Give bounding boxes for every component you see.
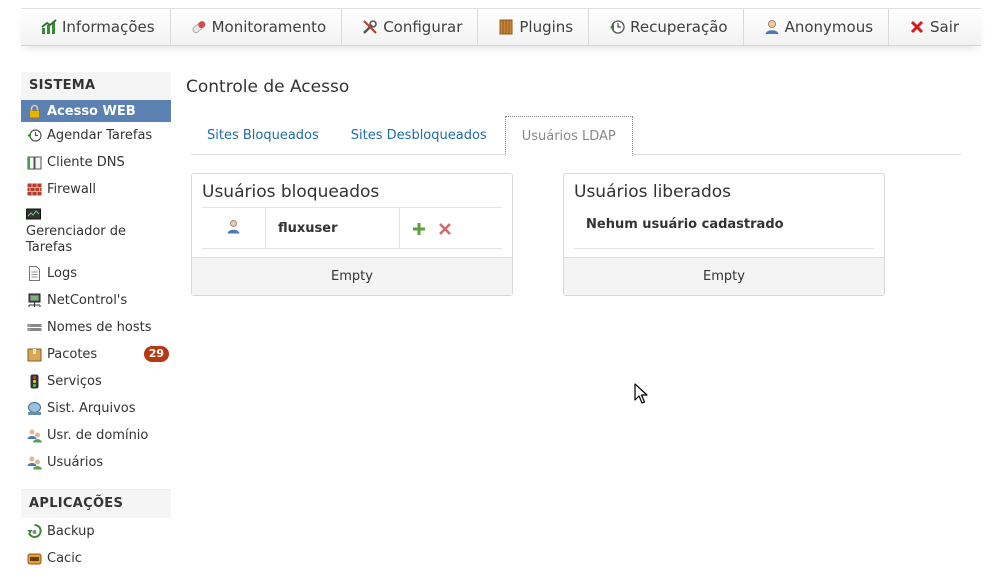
nav-label: Monitoramento — [211, 18, 327, 36]
book-open-icon — [27, 155, 42, 170]
tab-sites-bloqueados[interactable]: Sites Bloqueados — [191, 116, 335, 155]
traffic-light-icon — [27, 374, 42, 389]
chart-up-icon — [41, 19, 57, 35]
sidebar: SISTEMA Acesso WEB Agendar Tarefas Clien… — [21, 72, 171, 572]
remove-user-button[interactable] — [438, 222, 452, 236]
nav-label: Configurar — [383, 18, 463, 36]
sidebar-item-label: Logs — [47, 266, 77, 281]
nav-label: Anonymous — [784, 18, 874, 36]
package-icon — [27, 347, 42, 362]
clock-back-icon — [27, 128, 42, 143]
empty-state-text: Nehum usuário cadastrado — [586, 217, 784, 232]
rack-icon — [27, 320, 42, 335]
sidebar-item-agendar-tarefas[interactable]: Agendar Tarefas — [21, 122, 171, 149]
sidebar-item-label: Acesso WEB — [47, 103, 136, 119]
allowed-users-list: Nehum usuário cadastrado — [574, 207, 874, 249]
user-icon — [226, 219, 241, 238]
sidebar-item-label: Firewall — [47, 182, 97, 197]
restore-icon — [609, 19, 625, 35]
add-user-button[interactable] — [412, 222, 426, 236]
sidebar-item-backup[interactable]: Backup — [21, 518, 171, 545]
user-icon — [764, 19, 780, 35]
sidebar-item-label: Serviços — [47, 374, 102, 389]
tab-usuarios-ldap[interactable]: Usuários LDAP — [504, 116, 633, 156]
mouse-cursor-icon — [634, 383, 648, 409]
pill-icon — [191, 19, 207, 35]
allowed-users-panel: Usuários liberados Nehum usuário cadastr… — [563, 173, 885, 296]
sidebar-item-logs[interactable]: Logs — [21, 260, 171, 287]
brick-wall-icon — [27, 182, 42, 197]
blocked-users-title: Usuários bloqueados — [202, 182, 380, 202]
allowed-users-footer: Empty — [564, 257, 884, 295]
nav-label: Plugins — [519, 18, 574, 36]
sidebar-item-nomes-hosts[interactable]: Nomes de hosts — [21, 314, 171, 341]
network-icon — [27, 293, 42, 308]
nav-plugins[interactable]: Plugins — [478, 9, 590, 45]
plus-icon — [413, 222, 425, 235]
document-icon — [27, 266, 42, 281]
allowed-users-title: Usuários liberados — [574, 182, 732, 202]
tools-icon — [362, 19, 378, 35]
sidebar-item-label: Nomes de hosts — [47, 320, 152, 335]
sidebar-item-label: Sist. Arquivos — [47, 401, 136, 416]
sidebar-section-sistema: SISTEMA — [21, 72, 171, 100]
table-row: fluxuser — [202, 207, 502, 249]
top-navigation: Informações Monitoramento Configurar Plu… — [21, 8, 981, 46]
nav-label: Recuperação — [630, 18, 728, 36]
blocked-users-footer: Empty — [192, 257, 512, 295]
sidebar-item-cliente-dns[interactable]: Cliente DNS — [21, 149, 171, 176]
sidebar-divider — [21, 476, 171, 490]
lock-icon — [27, 104, 42, 119]
sidebar-item-cacic[interactable]: Cacic — [21, 545, 171, 572]
users-icon — [27, 428, 42, 443]
delete-icon — [439, 222, 451, 235]
close-icon — [909, 19, 925, 35]
sidebar-item-firewall[interactable]: Firewall — [21, 176, 171, 203]
sidebar-item-label: Backup — [47, 524, 95, 539]
user-name: fluxuser — [266, 208, 400, 249]
nav-user[interactable]: Anonymous — [744, 9, 890, 45]
sidebar-item-servicos[interactable]: Serviços — [21, 368, 171, 395]
blocked-users-panel: Usuários bloqueados fluxuser Empty — [191, 173, 513, 296]
nav-monitoramento[interactable]: Monitoramento — [171, 9, 343, 45]
hard-disk-icon — [27, 401, 42, 416]
user-actions — [400, 208, 452, 249]
sidebar-item-label: NetControl's — [47, 293, 128, 308]
sidebar-item-usuarios[interactable]: Usuários — [21, 449, 171, 476]
sidebar-item-label: Usr. de domínio — [47, 428, 149, 443]
backup-icon — [27, 524, 42, 539]
nav-label: Informações — [62, 18, 155, 36]
nav-recuperacao[interactable]: Recuperação — [589, 9, 744, 45]
tab-bar: Sites Bloqueados Sites Desbloqueados Usu… — [191, 116, 961, 156]
sidebar-item-label: Cliente DNS — [47, 155, 125, 170]
sidebar-item-label: Agendar Tarefas — [47, 128, 153, 143]
book-icon — [498, 19, 514, 35]
sidebar-item-pacotes[interactable]: Pacotes 29 — [21, 341, 171, 368]
sidebar-item-acesso-web[interactable]: Acesso WEB — [21, 100, 171, 122]
sidebar-item-gerenciador-tarefas[interactable]: Gerenciador de Tarefas — [21, 203, 171, 260]
sidebar-item-sist-arquivos[interactable]: Sist. Arquivos — [21, 395, 171, 422]
pacotes-count-badge: 29 — [143, 346, 169, 362]
sidebar-item-label: Pacotes — [47, 347, 98, 362]
page-title: Controle de Acesso — [186, 77, 350, 97]
cacic-icon — [27, 551, 42, 566]
sidebar-item-netcontrols[interactable]: NetControl's — [21, 287, 171, 314]
monitor-icon — [26, 207, 41, 222]
nav-informacoes[interactable]: Informações — [21, 9, 171, 45]
nav-label: Sair — [930, 18, 960, 36]
sidebar-item-usr-dominio[interactable]: Usr. de domínio — [21, 422, 171, 449]
blocked-users-list: fluxuser — [202, 207, 502, 249]
sidebar-item-label: Cacic — [47, 551, 82, 566]
user-avatar-cell — [202, 208, 266, 249]
users-icon — [27, 455, 42, 470]
sidebar-item-label: Gerenciador de Tarefas — [26, 224, 127, 255]
nav-sair[interactable]: Sair — [889, 9, 974, 45]
sidebar-item-label: Usuários — [47, 455, 104, 470]
tab-sites-desbloqueados[interactable]: Sites Desbloqueados — [335, 116, 503, 155]
nav-configurar[interactable]: Configurar — [342, 9, 479, 45]
sidebar-section-aplicacoes: APLICAÇÕES — [21, 490, 171, 518]
